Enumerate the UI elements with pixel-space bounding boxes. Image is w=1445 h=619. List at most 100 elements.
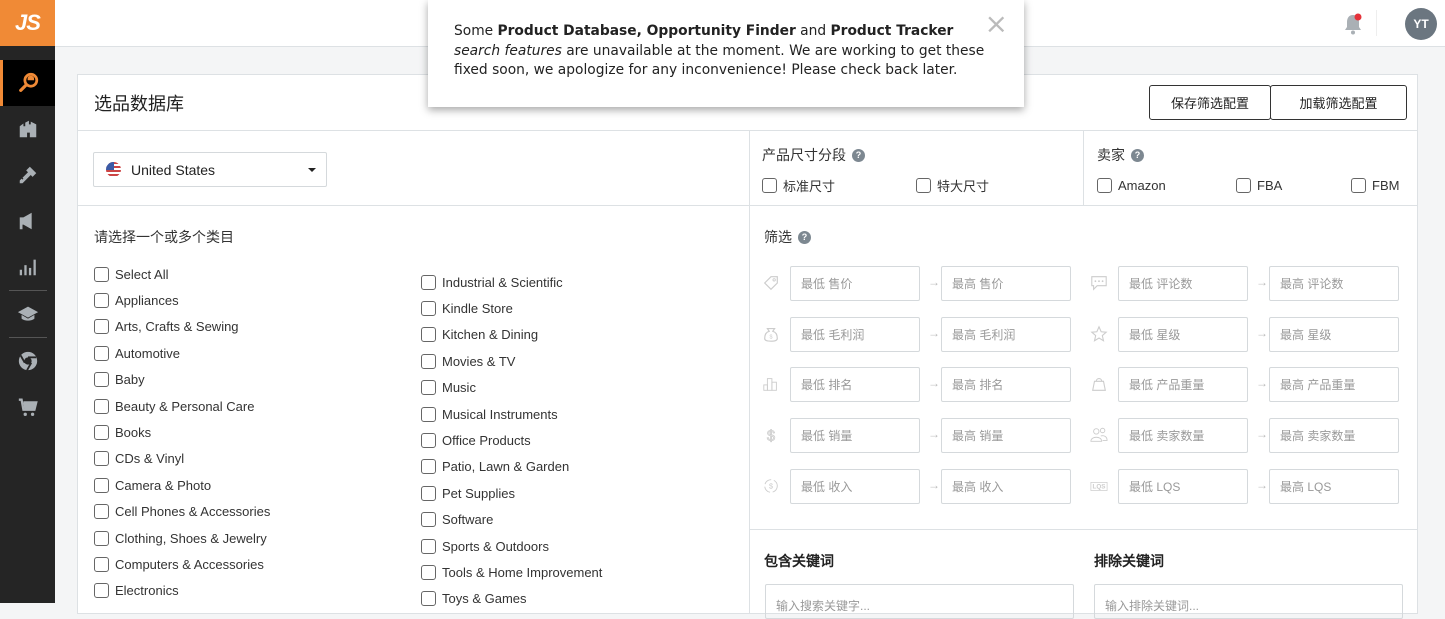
filter-max-input[interactable]: 最高 产品重量 <box>1269 367 1399 403</box>
sidebar-item-academy[interactable] <box>0 291 55 337</box>
category-checkbox[interactable]: Industrial & Scientific <box>421 269 602 295</box>
checkbox[interactable] <box>421 564 436 580</box>
category-checkbox[interactable]: Kindle Store <box>421 295 602 321</box>
sidebar-item-sales-analytics[interactable] <box>0 244 55 290</box>
size-tier-standard-checkbox[interactable]: 标准尺寸 <box>762 172 835 198</box>
checkbox[interactable] <box>94 293 109 309</box>
filter-max-input[interactable]: 最高 售价 <box>941 266 1071 301</box>
category-checkbox[interactable]: Toys & Games <box>421 586 602 612</box>
help-icon[interactable]: ? <box>852 148 865 162</box>
checkbox[interactable] <box>94 345 109 361</box>
seller-fba-checkbox[interactable]: FBA <box>1236 172 1282 198</box>
category-checkbox[interactable]: Kitchen & Dining <box>421 322 602 348</box>
category-checkbox[interactable]: Computers & Accessories <box>94 551 270 577</box>
category-checkbox[interactable]: Office Products <box>421 427 602 453</box>
checkbox[interactable] <box>94 398 109 414</box>
checkbox[interactable] <box>94 372 109 388</box>
sidebar-item-product-tracker[interactable] <box>0 106 55 152</box>
filter-max-input[interactable]: 最高 销量 <box>941 418 1071 454</box>
filter-max-input[interactable]: 最高 收入 <box>941 468 1071 504</box>
checkbox[interactable] <box>421 274 436 290</box>
checkbox[interactable] <box>421 301 436 317</box>
checkbox[interactable] <box>94 477 109 493</box>
checkbox[interactable] <box>762 177 777 193</box>
filter-min-input[interactable]: 最低 售价 <box>790 266 920 301</box>
checkbox[interactable] <box>421 485 436 501</box>
checkbox[interactable] <box>421 433 436 449</box>
checkbox[interactable] <box>94 583 109 599</box>
checkbox[interactable] <box>94 266 109 282</box>
filter-min-input[interactable]: 最低 星级 <box>1118 316 1248 352</box>
filter-min-input[interactable]: 最低 LQS <box>1118 468 1248 504</box>
help-icon[interactable]: ? <box>1131 148 1144 162</box>
filter-max-input[interactable]: 最高 卖家数量 <box>1269 418 1399 454</box>
checkbox[interactable] <box>94 425 109 441</box>
size-tier-oversize-checkbox[interactable]: 特大尺寸 <box>916 172 989 198</box>
category-checkbox[interactable]: Patio, Lawn & Garden <box>421 454 602 480</box>
checkbox[interactable] <box>94 319 109 335</box>
category-checkbox[interactable]: Clothing, Shoes & Jewelry <box>94 525 270 551</box>
category-checkbox[interactable]: Camera & Photo <box>94 472 270 498</box>
checkbox[interactable] <box>94 556 109 572</box>
user-avatar[interactable]: YT <box>1405 8 1437 40</box>
checkbox[interactable] <box>1097 177 1112 193</box>
category-checkbox[interactable]: Sports & Outdoors <box>421 533 602 559</box>
filter-min-input[interactable]: 最低 毛利润 <box>790 316 920 352</box>
checkbox[interactable] <box>421 459 436 475</box>
category-checkbox[interactable]: Automotive <box>94 340 270 366</box>
category-checkbox[interactable]: Books <box>94 419 270 445</box>
checkbox[interactable] <box>421 327 436 343</box>
checkbox[interactable] <box>94 451 109 467</box>
category-checkbox[interactable]: CDs & Vinyl <box>94 446 270 472</box>
filter-min-input[interactable]: 最低 排名 <box>790 367 920 403</box>
country-select[interactable]: United States <box>93 152 327 187</box>
category-checkbox[interactable]: Appliances <box>94 287 270 313</box>
filter-max-input[interactable]: 最高 LQS <box>1269 468 1399 504</box>
category-checkbox[interactable]: Software <box>421 507 602 533</box>
checkbox[interactable] <box>94 530 109 546</box>
checkbox[interactable] <box>1236 177 1251 193</box>
filter-min-input[interactable]: 最低 产品重量 <box>1118 367 1248 403</box>
category-checkbox[interactable]: Pet Supplies <box>421 480 602 506</box>
sidebar-item-supplier[interactable] <box>0 384 55 430</box>
seller-amazon-checkbox[interactable]: Amazon <box>1097 172 1166 198</box>
sidebar-item-launch[interactable] <box>0 198 55 244</box>
category-checkbox[interactable]: Cell Phones & Accessories <box>94 499 270 525</box>
load-filters-button[interactable]: 加载筛选配置 <box>1270 85 1407 120</box>
filter-min-input[interactable]: 最低 卖家数量 <box>1118 418 1248 454</box>
category-checkbox[interactable]: Tools & Home Improvement <box>421 559 602 585</box>
category-checkbox[interactable]: Baby <box>94 367 270 393</box>
category-checkbox[interactable]: Music <box>421 375 602 401</box>
checkbox[interactable] <box>421 353 436 369</box>
checkbox[interactable] <box>421 380 436 396</box>
js-logo[interactable]: JS <box>0 0 55 46</box>
checkbox[interactable] <box>421 591 436 607</box>
category-checkbox[interactable]: Movies & TV <box>421 348 602 374</box>
checkbox[interactable] <box>421 406 436 422</box>
filter-min-input[interactable]: 最低 销量 <box>790 418 920 454</box>
sidebar-item-keywords[interactable] <box>0 152 55 198</box>
filter-max-input[interactable]: 最高 毛利润 <box>941 316 1071 352</box>
sidebar-item-product-database[interactable] <box>0 60 55 106</box>
checkbox[interactable] <box>1351 177 1366 193</box>
filter-max-input[interactable]: 最高 排名 <box>941 367 1071 403</box>
save-filters-button[interactable]: 保存筛选配置 <box>1149 85 1271 120</box>
filter-min-input[interactable]: 最低 评论数 <box>1118 266 1248 301</box>
checkbox[interactable] <box>421 512 436 528</box>
category-checkbox[interactable]: Arts, Crafts & Sewing <box>94 314 270 340</box>
filter-min-input[interactable]: 最低 收入 <box>790 468 920 504</box>
seller-fbm-checkbox[interactable]: FBM <box>1351 172 1399 198</box>
close-icon[interactable]: × <box>985 10 1008 38</box>
include-keywords-input[interactable]: 输入搜索关键字... <box>765 584 1074 619</box>
checkbox[interactable] <box>421 538 436 554</box>
checkbox[interactable] <box>916 177 931 193</box>
category-checkbox[interactable]: Musical Instruments <box>421 401 602 427</box>
bell-icon[interactable] <box>1341 12 1365 36</box>
checkbox[interactable] <box>94 504 109 520</box>
category-checkbox[interactable]: Electronics <box>94 578 270 604</box>
filter-max-input[interactable]: 最高 星级 <box>1269 316 1399 352</box>
sidebar-item-extension[interactable] <box>0 338 55 384</box>
help-icon[interactable]: ? <box>798 230 811 244</box>
filter-max-input[interactable]: 最高 评论数 <box>1269 266 1399 301</box>
category-checkbox[interactable]: Beauty & Personal Care <box>94 393 270 419</box>
